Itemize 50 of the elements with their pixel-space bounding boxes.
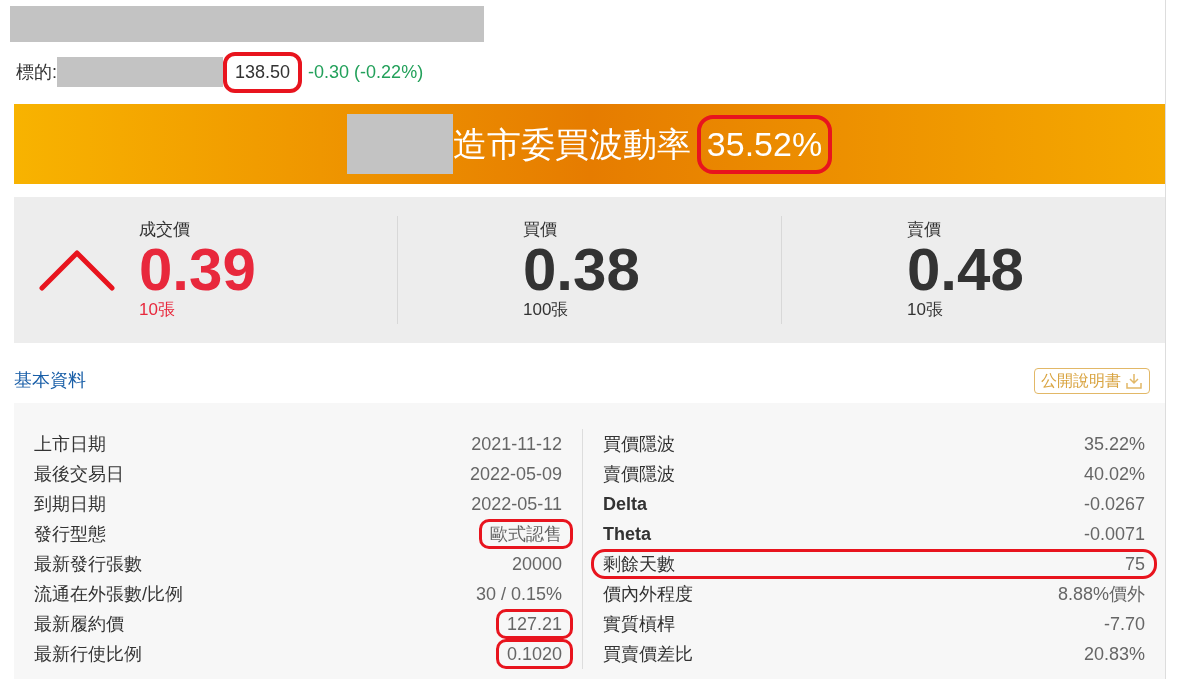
detail-value: 2021-11-12 <box>471 432 562 456</box>
detail-label: 最後交易日 <box>34 462 124 486</box>
detail-label: 實質槓桿 <box>603 612 675 636</box>
detail-label: 上市日期 <box>34 432 106 456</box>
detail-value: 20000 <box>511 552 562 576</box>
underlying-label: 標的: <box>16 60 57 84</box>
download-icon <box>1125 371 1143 390</box>
quote-label: 賣價 <box>907 220 942 240</box>
quote-volume: 100張 <box>523 300 570 320</box>
detail-label: 價內外程度 <box>603 582 693 606</box>
detail-value: 20.83% <box>1083 642 1145 666</box>
section-title: 基本資料 <box>14 369 86 392</box>
detail-label: 剩餘天數 <box>603 552 675 576</box>
price-change: -0.30 (-0.22%) <box>308 60 424 84</box>
detail-label: 賣價隱波 <box>603 462 675 486</box>
detail-value: 2022-05-09 <box>469 462 562 486</box>
quote-value: 0.39 <box>139 240 256 300</box>
detail-label: 流通在外張數/比例 <box>34 582 183 606</box>
quote-volume: 10張 <box>139 300 176 320</box>
up-chevron-icon <box>37 248 116 292</box>
detail-label: 最新行使比例 <box>34 642 142 666</box>
detail-value: -0.0071 <box>1083 522 1145 546</box>
detail-label: Theta <box>603 522 651 546</box>
detail-value: 35.22% <box>1083 432 1145 456</box>
underlying-price: 138.50 <box>223 51 303 93</box>
detail-value: 40.02% <box>1083 462 1145 486</box>
detail-value: 30 / 0.15% <box>475 582 562 606</box>
detail-value: 8.88%價外 <box>1057 582 1145 606</box>
detail-value: 2022-05-11 <box>471 492 562 516</box>
detail-label: 最新發行張數 <box>34 552 142 576</box>
detail-label: 到期日期 <box>34 492 106 516</box>
detail-value: 歐式認售 <box>479 519 573 549</box>
quote-value: 0.38 <box>523 240 640 300</box>
detail-value: 127.21 <box>495 609 573 639</box>
banner-value: 35.52% <box>696 114 833 174</box>
quote-label: 買價 <box>523 220 558 240</box>
detail-label: 買價隱波 <box>603 432 675 456</box>
detail-value: -7.70 <box>1103 612 1145 636</box>
detail-label: 發行型態 <box>34 522 106 546</box>
quote-volume: 10張 <box>907 300 944 320</box>
quote-value: 0.48 <box>907 240 1024 300</box>
detail-label: 買賣價差比 <box>603 642 693 666</box>
quote-label: 成交價 <box>139 220 191 240</box>
detail-value: -0.0267 <box>1083 492 1145 516</box>
banner-title: 造市委買波動率 <box>452 123 691 165</box>
detail-value: 75 <box>1124 552 1145 576</box>
detail-value: 0.1020 <box>495 639 573 669</box>
detail-label: Delta <box>603 492 647 516</box>
detail-label: 最新履約價 <box>34 612 124 636</box>
prospectus-button[interactable]: 公開說明書 <box>1034 367 1150 394</box>
